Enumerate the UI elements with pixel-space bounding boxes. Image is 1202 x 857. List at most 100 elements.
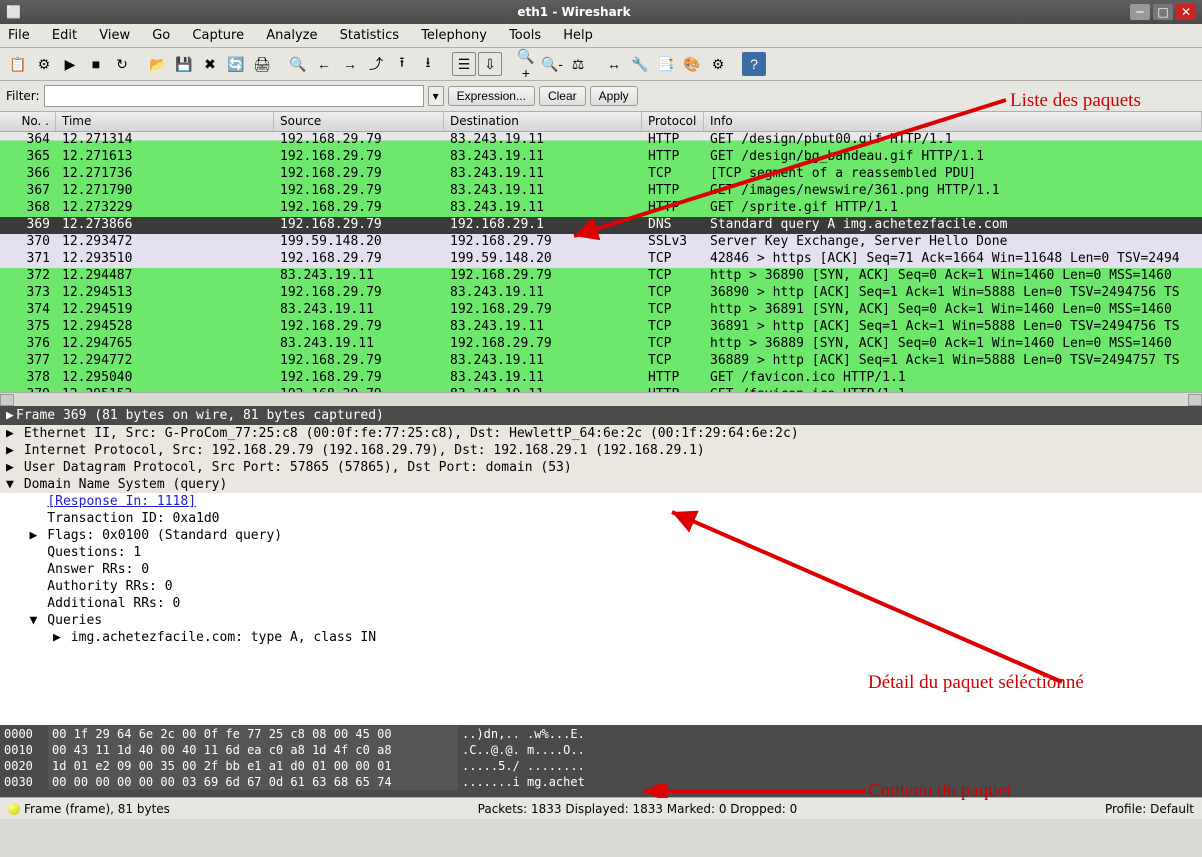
- menu-capture[interactable]: Capture: [192, 28, 244, 43]
- last-icon[interactable]: ⭳: [416, 52, 440, 76]
- filter-input[interactable]: [44, 85, 424, 107]
- detail-line[interactable]: Answer RRs: 0: [0, 561, 1202, 578]
- table-row[interactable]: 37412.29451983.243.19.11192.168.29.79TCP…: [0, 302, 1202, 319]
- filter-dropdown-icon[interactable]: ▾: [428, 86, 444, 106]
- colorize-icon[interactable]: ☰: [452, 52, 476, 76]
- table-row[interactable]: 36812.273229192.168.29.7983.243.19.11HTT…: [0, 200, 1202, 217]
- menu-tools[interactable]: Tools: [509, 28, 541, 43]
- menu-statistics[interactable]: Statistics: [340, 28, 399, 43]
- stop-capture-icon[interactable]: ■: [84, 52, 108, 76]
- expression-button[interactable]: Expression...: [448, 86, 535, 106]
- save-icon[interactable]: 💾: [172, 52, 196, 76]
- table-row[interactable]: 36612.271736192.168.29.7983.243.19.11TCP…: [0, 166, 1202, 183]
- zoom-out-icon[interactable]: 🔍-: [540, 52, 564, 76]
- table-row[interactable]: 37312.294513192.168.29.7983.243.19.11TCP…: [0, 285, 1202, 302]
- status-frame: Frame (frame), 81 bytes: [24, 802, 170, 816]
- maximize-button[interactable]: □: [1153, 4, 1173, 20]
- filter-bar: Filter: ▾ Expression... Clear Apply: [0, 81, 1202, 112]
- scroll-left-icon[interactable]: [0, 394, 14, 406]
- col-source[interactable]: Source: [274, 112, 444, 131]
- scroll-right-icon[interactable]: [1188, 394, 1202, 406]
- print-icon[interactable]: 🖨: [250, 52, 274, 76]
- col-info[interactable]: Info: [704, 112, 1202, 131]
- detail-line[interactable]: [Response In: 1118]: [0, 493, 1202, 510]
- table-row[interactable]: 36912.273866192.168.29.79192.168.29.1DNS…: [0, 217, 1202, 234]
- table-row[interactable]: 36512.271613192.168.29.7983.243.19.11HTT…: [0, 149, 1202, 166]
- detail-line[interactable]: Authority RRs: 0: [0, 578, 1202, 595]
- minimize-button[interactable]: ─: [1130, 4, 1150, 20]
- menu-help[interactable]: Help: [563, 28, 593, 43]
- packet-list[interactable]: 36412.271314192.168.29.7983.243.19.11HTT…: [0, 132, 1202, 392]
- detail-header[interactable]: ▶ Frame 369 (81 bytes on wire, 81 bytes …: [0, 406, 1202, 425]
- hex-row[interactable]: 00201d 01 e2 09 00 35 00 2f bb e1 a1 d0 …: [4, 758, 1198, 774]
- open-icon[interactable]: 📂: [146, 52, 170, 76]
- detail-line[interactable]: ▶ Internet Protocol, Src: 192.168.29.79 …: [0, 442, 1202, 459]
- menu-go[interactable]: Go: [152, 28, 170, 43]
- help-icon[interactable]: ?: [742, 52, 766, 76]
- menu-edit[interactable]: Edit: [52, 28, 77, 43]
- interfaces-icon[interactable]: 📋: [6, 52, 30, 76]
- zoom-reset-icon[interactable]: ⚖: [566, 52, 590, 76]
- coloring-rules-icon[interactable]: 🎨: [680, 52, 704, 76]
- detail-line[interactable]: ▶ img.achetezfacile.com: type A, class I…: [0, 629, 1202, 646]
- detail-line[interactable]: ▼ Queries: [0, 612, 1202, 629]
- back-icon[interactable]: ←: [312, 52, 336, 76]
- system-menu-icon[interactable]: ⬜: [6, 5, 21, 19]
- table-row[interactable]: 37712.294772192.168.29.7983.243.19.11TCP…: [0, 353, 1202, 370]
- detail-line[interactable]: ▶ Ethernet II, Src: G-ProCom_77:25:c8 (0…: [0, 425, 1202, 442]
- detail-line[interactable]: Questions: 1: [0, 544, 1202, 561]
- zoom-in-icon[interactable]: 🔍+: [514, 52, 538, 76]
- restart-capture-icon[interactable]: ↻: [110, 52, 134, 76]
- hex-row[interactable]: 003000 00 00 00 00 00 03 69 6d 67 0d 61 …: [4, 774, 1198, 790]
- detail-line[interactable]: ▶ Flags: 0x0100 (Standard query): [0, 527, 1202, 544]
- detail-line[interactable]: Additional RRs: 0: [0, 595, 1202, 612]
- table-row[interactable]: 37012.293472199.59.148.20192.168.29.79SS…: [0, 234, 1202, 251]
- expert-info-icon[interactable]: [8, 803, 20, 815]
- col-protocol[interactable]: Protocol: [642, 112, 704, 131]
- col-time[interactable]: Time: [56, 112, 274, 131]
- apply-button[interactable]: Apply: [590, 86, 638, 106]
- close-button[interactable]: ✕: [1176, 4, 1196, 20]
- table-row[interactable]: 37612.29476583.243.19.11192.168.29.79TCP…: [0, 336, 1202, 353]
- hex-row[interactable]: 000000 1f 29 64 6e 2c 00 0f fe 77 25 c8 …: [4, 726, 1198, 742]
- chevron-right-icon[interactable]: ▶: [6, 408, 16, 423]
- menu-view[interactable]: View: [99, 28, 130, 43]
- table-row[interactable]: 37912.295153192.168.29.7983.243.19.11HTT…: [0, 387, 1202, 392]
- capture-filter-icon[interactable]: 🔧: [628, 52, 652, 76]
- menu-analyze[interactable]: Analyze: [266, 28, 317, 43]
- table-row[interactable]: 36412.271314192.168.29.7983.243.19.11HTT…: [0, 132, 1202, 149]
- options-icon[interactable]: ⚙: [32, 52, 56, 76]
- table-row[interactable]: 37812.295040192.168.29.7983.243.19.11HTT…: [0, 370, 1202, 387]
- detail-header-text: Frame 369 (81 bytes on wire, 81 bytes ca…: [16, 408, 384, 423]
- detail-pane[interactable]: ▶ Ethernet II, Src: G-ProCom_77:25:c8 (0…: [0, 425, 1202, 725]
- forward-icon[interactable]: →: [338, 52, 362, 76]
- detail-line[interactable]: Transaction ID: 0xa1d0: [0, 510, 1202, 527]
- preferences-icon[interactable]: ⚙: [706, 52, 730, 76]
- goto-icon[interactable]: ⤴: [364, 52, 388, 76]
- autoscroll-icon[interactable]: ⇩: [478, 52, 502, 76]
- detail-line[interactable]: ▶ User Datagram Protocol, Src Port: 5786…: [0, 459, 1202, 476]
- detail-line[interactable]: ▼ Domain Name System (query): [0, 476, 1202, 493]
- menu-telephony[interactable]: Telephony: [421, 28, 487, 43]
- status-profile[interactable]: Profile: Default: [1105, 802, 1194, 816]
- menu-file[interactable]: File: [8, 28, 30, 43]
- display-filter-icon[interactable]: 📑: [654, 52, 678, 76]
- resize-columns-icon[interactable]: ↔: [602, 52, 626, 76]
- first-icon[interactable]: ⭱: [390, 52, 414, 76]
- status-packets: Packets: 1833 Displayed: 1833 Marked: 0 …: [210, 802, 1065, 816]
- reload-icon[interactable]: 🔄: [224, 52, 248, 76]
- table-row[interactable]: 36712.271790192.168.29.7983.243.19.11HTT…: [0, 183, 1202, 200]
- bytes-pane[interactable]: 000000 1f 29 64 6e 2c 00 0f fe 77 25 c8 …: [0, 725, 1202, 797]
- table-row[interactable]: 37112.293510192.168.29.79199.59.148.20TC…: [0, 251, 1202, 268]
- clear-button[interactable]: Clear: [539, 86, 586, 106]
- col-no[interactable]: No. .: [0, 112, 56, 131]
- table-row[interactable]: 37212.29448783.243.19.11192.168.29.79TCP…: [0, 268, 1202, 285]
- col-destination[interactable]: Destination: [444, 112, 642, 131]
- start-capture-icon[interactable]: ▶: [58, 52, 82, 76]
- close-file-icon[interactable]: ✖: [198, 52, 222, 76]
- table-row[interactable]: 37512.294528192.168.29.7983.243.19.11TCP…: [0, 319, 1202, 336]
- hex-row[interactable]: 001000 43 11 1d 40 00 40 11 6d ea c0 a8 …: [4, 742, 1198, 758]
- find-icon[interactable]: 🔍: [286, 52, 310, 76]
- window-title: eth1 - Wireshark: [21, 5, 1127, 19]
- hscrollbar[interactable]: [0, 392, 1202, 406]
